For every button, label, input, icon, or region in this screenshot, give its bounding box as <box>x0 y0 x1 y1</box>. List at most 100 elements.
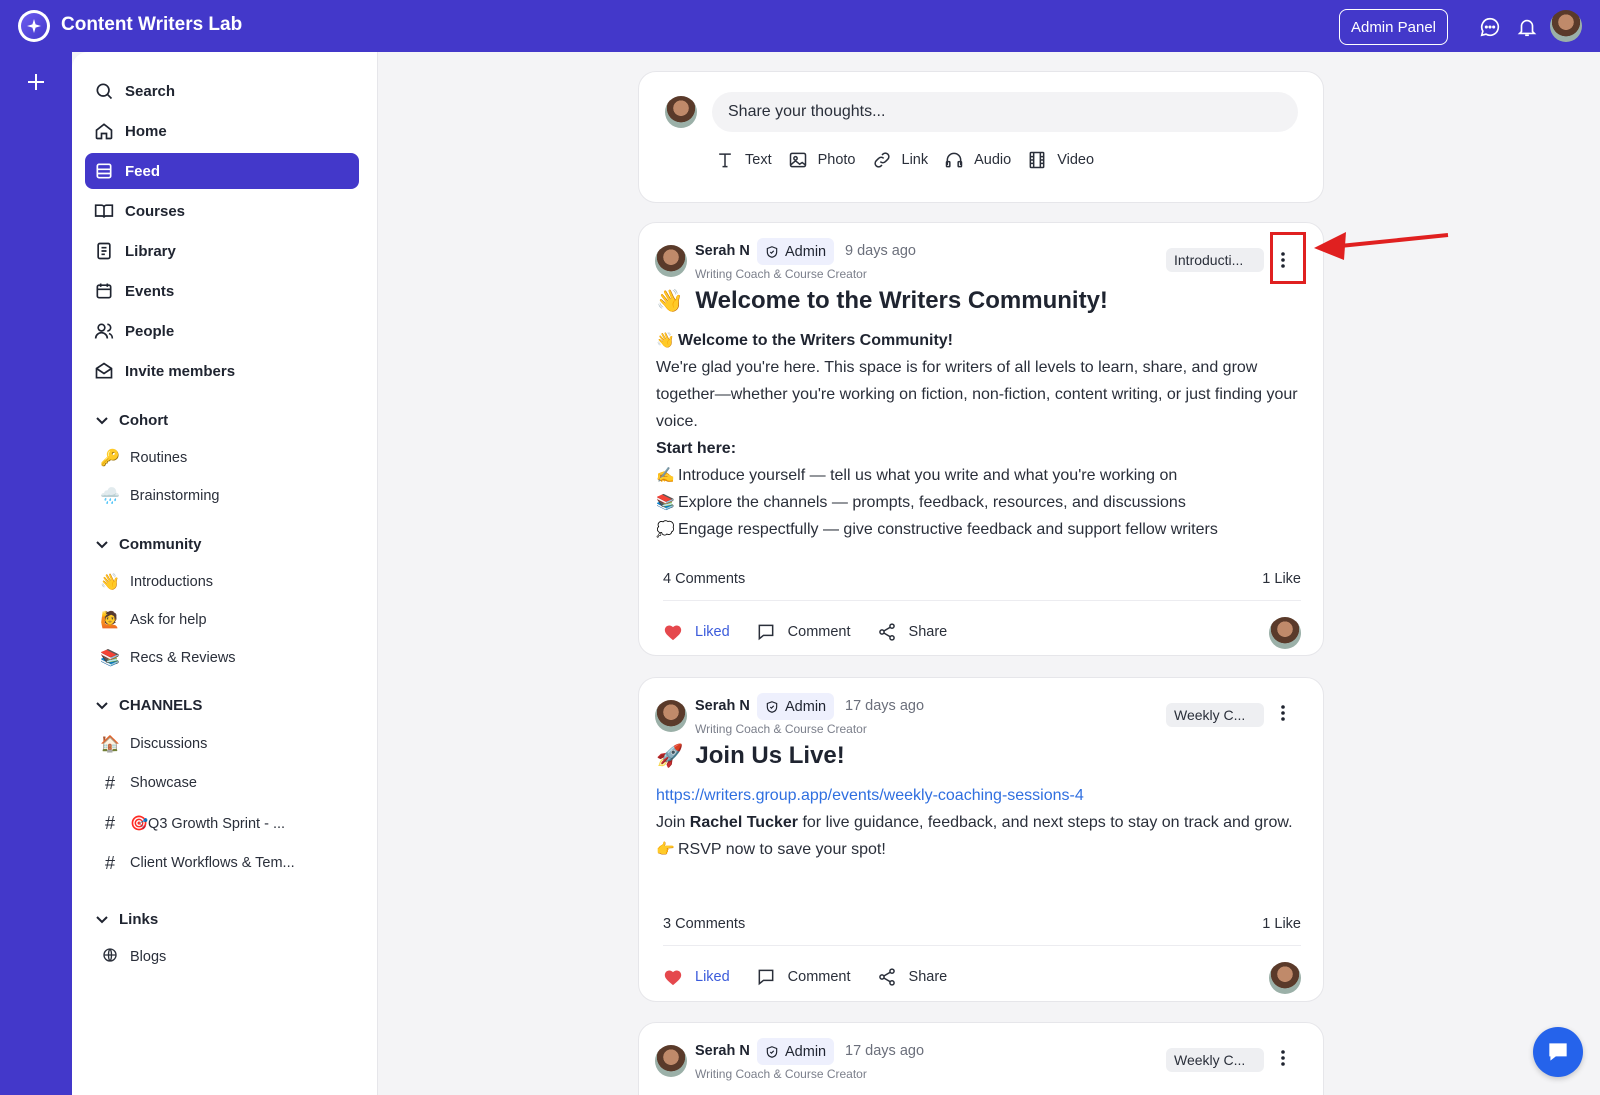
section-links[interactable]: Links <box>95 907 158 931</box>
author-avatar[interactable] <box>655 245 687 277</box>
more-options-button[interactable] <box>1271 698 1295 728</box>
channel-recs-reviews[interactable]: 📚 Recs & Reviews <box>100 644 236 672</box>
more-options-button[interactable] <box>1271 1043 1295 1073</box>
channel-tag[interactable]: Introducti... <box>1166 248 1264 272</box>
comments-count[interactable]: 3 Comments <box>663 916 745 932</box>
photo-post-button[interactable]: Photo <box>788 150 856 170</box>
channel-client-workflows[interactable]: # Client Workflows & Tem... <box>100 849 295 877</box>
likes-count[interactable]: 1 Like <box>1262 571 1301 587</box>
headphones-icon <box>945 152 963 168</box>
channel-label: Ask for help <box>130 612 207 628</box>
share-button[interactable]: Share <box>877 622 948 642</box>
nav-people[interactable]: People <box>85 313 359 349</box>
link-post-button[interactable]: Link <box>872 150 929 170</box>
chat-icon[interactable] <box>1479 16 1501 38</box>
raised-hand-emoji-icon: 🙋 <box>100 612 120 629</box>
nav-label: People <box>125 322 175 340</box>
section-channels[interactable]: CHANNELS <box>95 693 202 717</box>
user-avatar[interactable] <box>1550 10 1582 42</box>
rsvp-text: RSVP now to save your spot! <box>678 841 886 858</box>
post-card: Serah N Admin 17 days ago Writing Coach … <box>638 677 1324 1002</box>
event-link[interactable]: https://writers.group.app/events/weekly-… <box>656 787 1084 804</box>
nav-invite-members[interactable]: Invite members <box>85 353 359 389</box>
comments-count[interactable]: 4 Comments <box>663 571 745 587</box>
app-title[interactable]: Content Writers Lab <box>61 14 242 36</box>
feed-icon <box>94 161 114 181</box>
app-logo-icon[interactable] <box>18 10 50 42</box>
text-post-button[interactable]: Text <box>715 150 772 170</box>
admin-panel-button[interactable]: Admin Panel <box>1339 9 1448 45</box>
section-community[interactable]: Community <box>95 532 202 556</box>
section-title: Community <box>119 535 202 553</box>
channel-introductions[interactable]: 👋 Introductions <box>100 568 213 596</box>
wave-emoji-icon: 👋 <box>656 332 675 349</box>
author-name[interactable]: Serah N <box>695 698 750 714</box>
share-button[interactable]: Share <box>877 967 948 987</box>
channel-label: Showcase <box>130 775 197 791</box>
channel-routines[interactable]: 🔑 Routines <box>100 444 187 472</box>
liker-avatar[interactable] <box>1269 962 1301 994</box>
divider <box>663 945 1301 946</box>
like-button[interactable]: Liked <box>663 623 730 641</box>
like-button[interactable]: Liked <box>663 968 730 986</box>
key-emoji-icon: 🔑 <box>100 450 120 467</box>
channel-ask-for-help[interactable]: 🙋 Ask for help <box>100 606 207 634</box>
comment-icon <box>758 969 774 986</box>
channel-tag[interactable]: Weekly C... <box>1166 1048 1264 1072</box>
nav-courses[interactable]: Courses <box>85 193 359 229</box>
nav-library[interactable]: Library <box>85 233 359 269</box>
post-card: Serah N Admin 9 days ago Writing Coach &… <box>638 222 1324 656</box>
support-chat-button[interactable] <box>1533 1027 1583 1077</box>
shield-icon <box>766 1045 778 1058</box>
channel-showcase[interactable]: # Showcase <box>100 769 197 797</box>
tool-label: Text <box>745 152 772 168</box>
channel-discussions[interactable]: 🏠 Discussions <box>100 730 207 758</box>
post-title: 🚀 Join Us Live! <box>656 742 845 770</box>
tool-label: Audio <box>974 152 1012 168</box>
tool-label: Link <box>901 152 929 168</box>
video-post-button[interactable]: Video <box>1027 150 1094 170</box>
nav-search[interactable]: Search <box>85 73 359 109</box>
share-thoughts-input[interactable] <box>712 92 1298 132</box>
hash-icon: # <box>104 772 115 793</box>
likes-count[interactable]: 1 Like <box>1262 916 1301 932</box>
post-actions: Liked Comment Share <box>663 617 1301 649</box>
channel-tag[interactable]: Weekly C... <box>1166 703 1264 727</box>
nav-home[interactable]: Home <box>85 113 359 149</box>
home-icon <box>94 121 114 141</box>
channel-label: 🎯Q3 Growth Sprint - ... <box>130 815 286 832</box>
add-space-icon[interactable] <box>24 70 48 94</box>
sidebar: Search Home Feed Courses Library Events … <box>72 52 378 1095</box>
liker-avatar[interactable] <box>1269 617 1301 649</box>
section-cohort[interactable]: Cohort <box>95 408 168 432</box>
body-heading: Welcome to the Writers Community! <box>678 332 953 349</box>
nav-events[interactable]: Events <box>85 273 359 309</box>
people-icon <box>94 321 114 341</box>
author-name[interactable]: Serah N <box>695 1043 750 1059</box>
divider <box>663 600 1301 601</box>
composer-tools: Text Photo Link Audio Video <box>715 150 1110 170</box>
comment-button[interactable]: Comment <box>756 622 851 642</box>
post-stats: 4 Comments 1 Like <box>663 571 1301 599</box>
link-blogs[interactable]: Blogs <box>100 943 166 971</box>
author-avatar[interactable] <box>655 700 687 732</box>
bullet-text: Explore the channels — prompts, feedback… <box>678 494 1186 511</box>
nav-feed[interactable]: Feed <box>85 153 359 189</box>
share-label: Share <box>908 624 948 640</box>
audio-post-button[interactable]: Audio <box>944 150 1011 170</box>
post-time: 9 days ago <box>845 243 916 259</box>
author-role: Writing Coach & Course Creator <box>695 1067 867 1081</box>
channel-brainstorming[interactable]: 🌧️ Brainstorming <box>100 482 219 510</box>
channel-q3-growth-sprint[interactable]: # 🎯Q3 Growth Sprint - ... <box>100 809 285 837</box>
channel-label: Recs & Reviews <box>130 650 236 666</box>
bell-icon[interactable] <box>1516 16 1538 38</box>
author-avatar[interactable] <box>655 1045 687 1077</box>
chevron-down-icon <box>96 417 108 425</box>
author-name[interactable]: Serah N <box>695 243 750 259</box>
post-time: 17 days ago <box>845 698 925 714</box>
channel-label: Client Workflows & Tem... <box>130 855 295 871</box>
comment-button[interactable]: Comment <box>756 967 851 987</box>
shield-icon <box>766 245 778 258</box>
post-stats: 3 Comments 1 Like <box>663 916 1301 944</box>
share-label: Share <box>908 969 948 985</box>
